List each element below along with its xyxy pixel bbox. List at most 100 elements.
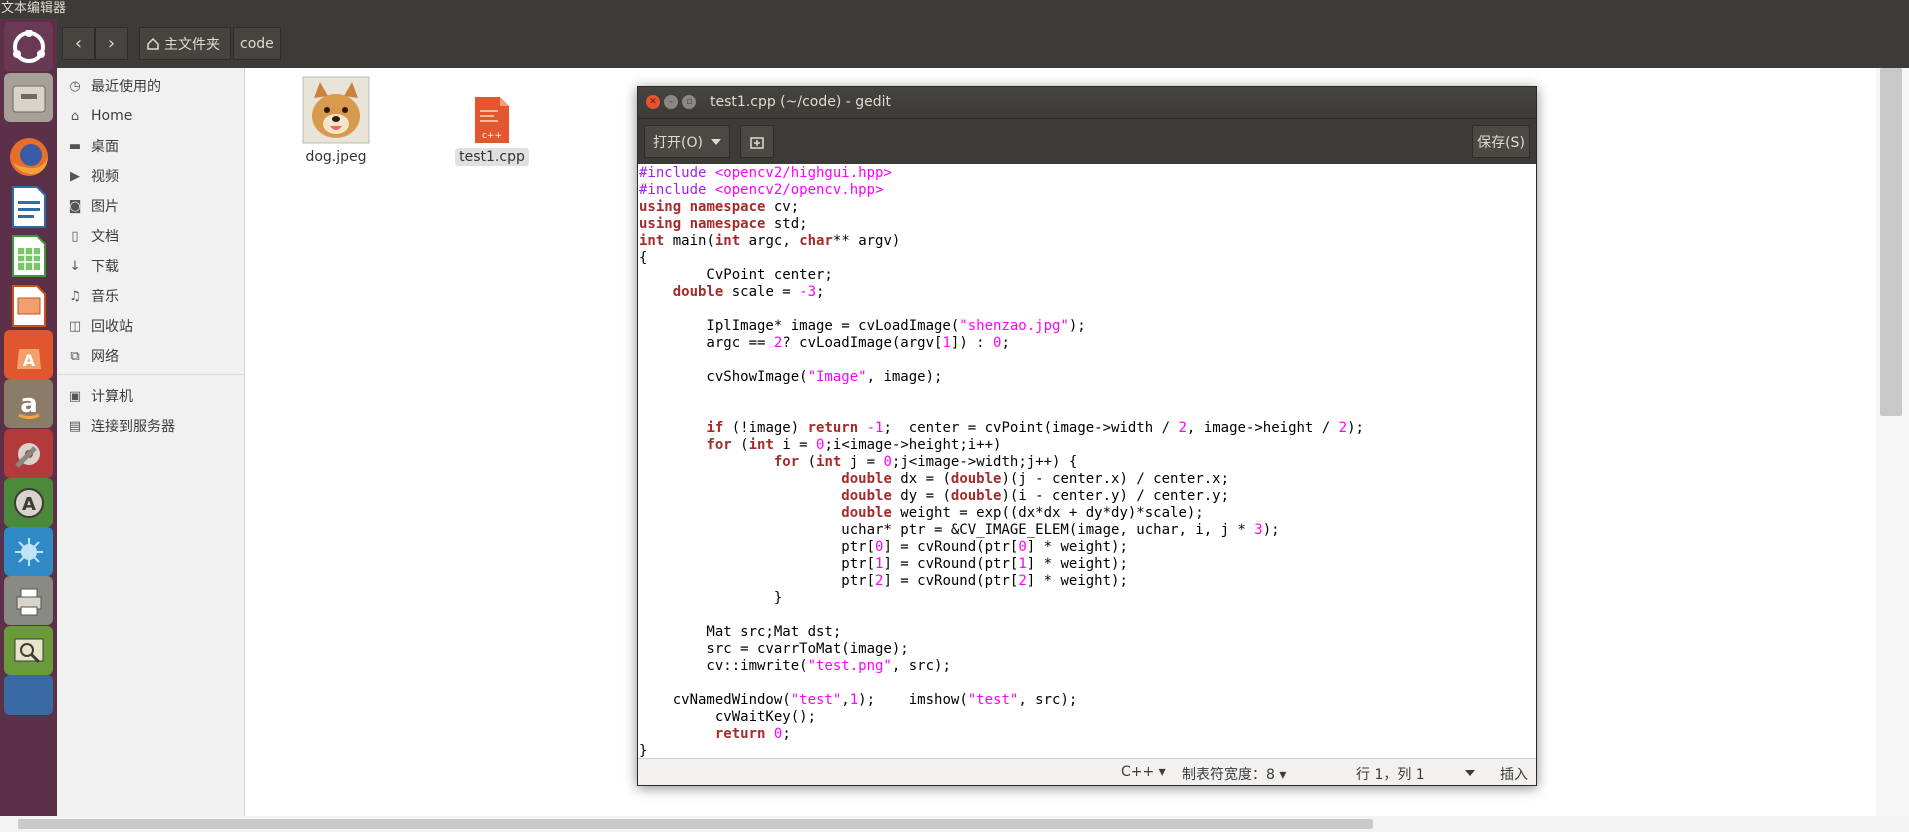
code-line[interactable]: double weight = exp((dx*dx + dy*dy)*scal… xyxy=(639,505,1536,522)
code-token: )(i - center.y) / center.y; xyxy=(1001,488,1230,504)
code-line[interactable] xyxy=(639,403,1536,420)
sidebar-item-label: 最近使用的 xyxy=(91,79,161,95)
sidebar-item-computer[interactable]: ▣ 计算机 xyxy=(67,384,133,408)
sidebar-item-home[interactable]: ⌂ Home xyxy=(67,104,132,128)
sidebar-item-downloads[interactable]: ↓ 下载 xyxy=(67,254,119,278)
files-icon[interactable] xyxy=(4,73,53,122)
tab-width-selector[interactable]: 制表符宽度：8 ▾ xyxy=(1182,764,1286,784)
new-tab-button[interactable] xyxy=(740,125,774,158)
code-line[interactable] xyxy=(639,675,1536,692)
sidebar-item-connect-server[interactable]: ▤ 连接到服务器 xyxy=(67,414,175,438)
code-line[interactable]: int main(int argc, char** argv) xyxy=(639,233,1536,250)
gedit-window: ✕ – ▫ test1.cpp (~/code) - gedit 打开(O) 保… xyxy=(637,86,1537,786)
sidebar-item-trash[interactable]: ◫ 回收站 xyxy=(67,314,133,338)
code-line[interactable]: uchar* ptr = &CV_IMAGE_ELEM(image, uchar… xyxy=(639,522,1536,539)
breadcrumb-home[interactable]: 主文件夹 xyxy=(139,27,231,60)
code-line[interactable]: double dx = (double)(j - center.x) / cen… xyxy=(639,471,1536,488)
code-line[interactable]: using namespace cv; xyxy=(639,199,1536,216)
amazon-icon[interactable]: a xyxy=(4,379,53,428)
sidebar-item-music[interactable]: ♫ 音乐 xyxy=(67,284,119,308)
code-line[interactable]: ptr[2] = cvRound(ptr[2] * weight); xyxy=(639,573,1536,590)
code-token: , src); xyxy=(1018,692,1078,708)
code-line[interactable]: src = cvarrToMat(image); xyxy=(639,641,1536,658)
libreoffice-calc-icon[interactable] xyxy=(4,231,53,280)
forward-button[interactable]: › xyxy=(95,27,128,60)
libreoffice-impress-icon[interactable] xyxy=(4,281,53,330)
insert-mode[interactable]: 插入 xyxy=(1500,764,1528,784)
code-line[interactable]: cvNamedWindow("test",1); imshow("test", … xyxy=(639,692,1536,709)
cursor-position[interactable]: 行 1，列 1 xyxy=(1356,764,1425,784)
code-line[interactable]: CvPoint center; xyxy=(639,267,1536,284)
code-line[interactable]: #include <opencv2/highgui.hpp> xyxy=(639,165,1536,182)
ubuntu-logo-icon[interactable] xyxy=(4,22,53,71)
save-button[interactable]: 保存(S) xyxy=(1472,125,1530,158)
file-item-test1-cpp[interactable]: c++ test1.cpp xyxy=(452,96,532,166)
sidebar-item-documents[interactable]: ▯ 文档 xyxy=(67,224,119,248)
close-icon[interactable]: ✕ xyxy=(646,95,660,109)
window-titlebar[interactable]: ✕ – ▫ test1.cpp (~/code) - gedit xyxy=(638,87,1536,118)
code-line[interactable]: } xyxy=(639,590,1536,607)
system-settings-icon[interactable] xyxy=(4,429,53,478)
code-line[interactable]: double dy = (double)(i - center.y) / cen… xyxy=(639,488,1536,505)
code-line[interactable]: double scale = -3; xyxy=(639,284,1536,301)
code-line[interactable]: return 0; xyxy=(639,726,1536,743)
scrollbar-thumb[interactable] xyxy=(1880,68,1902,416)
chevron-down-icon[interactable] xyxy=(1465,770,1475,776)
code-line[interactable]: cv::imwrite("test.png", src); xyxy=(639,658,1536,675)
code-token: i = xyxy=(773,437,817,453)
code-editor[interactable]: #include <opencv2/highgui.hpp> #include <… xyxy=(638,164,1536,758)
sidebar-item-videos[interactable]: ▶ 视频 xyxy=(67,164,119,188)
printer-icon[interactable] xyxy=(4,576,53,625)
code-line[interactable]: if (!image) return -1; center = cvPoint(… xyxy=(639,420,1536,437)
code-line[interactable]: for (int j = 0;j<image->width;j++) { xyxy=(639,454,1536,471)
vertical-scrollbar[interactable] xyxy=(1876,68,1909,816)
software-updater-icon[interactable]: A xyxy=(4,478,53,527)
trash-icon[interactable] xyxy=(4,675,53,715)
code-line[interactable]: #include <opencv2/opencv.hpp> xyxy=(639,182,1536,199)
top-panel: 文本编辑器 xyxy=(0,0,1909,19)
breadcrumb-code[interactable]: code xyxy=(233,27,281,60)
minimize-icon[interactable]: – xyxy=(664,95,678,109)
code-line[interactable] xyxy=(639,352,1536,369)
sidebar-item-desktop[interactable]: ▬ 桌面 xyxy=(67,134,119,158)
code-line[interactable] xyxy=(639,386,1536,403)
code-token: #include xyxy=(639,165,715,181)
code-line[interactable]: ptr[1] = cvRound(ptr[1] * weight); xyxy=(639,556,1536,573)
code-line[interactable]: using namespace std; xyxy=(639,216,1536,233)
scrollbar-thumb[interactable] xyxy=(18,819,1373,829)
code-line[interactable] xyxy=(639,301,1536,318)
code-token: for xyxy=(773,454,800,470)
horizontal-scrollbar[interactable] xyxy=(0,816,1909,832)
screenshot-icon[interactable] xyxy=(4,527,53,576)
code-line[interactable]: ptr[0] = cvRound(ptr[0] * weight); xyxy=(639,539,1536,556)
language-selector[interactable]: C++ ▾ xyxy=(1121,764,1166,780)
svg-text:a: a xyxy=(20,389,38,419)
maximize-icon[interactable]: ▫ xyxy=(682,95,696,109)
sidebar-item-recent[interactable]: ◷ 最近使用的 xyxy=(67,74,161,98)
sidebar-item-network[interactable]: ⧉ 网络 xyxy=(67,344,119,368)
code-line[interactable]: argc == 2? cvLoadImage(argv[1]) : 0; xyxy=(639,335,1536,352)
code-line[interactable]: for (int i = 0;i<image->height;i++) xyxy=(639,437,1536,454)
file-item-dog[interactable]: dog.jpeg xyxy=(296,76,376,166)
code-line[interactable]: { xyxy=(639,250,1536,267)
code-token: cvWaitKey(); xyxy=(639,709,817,725)
sidebar-item-pictures[interactable]: ◙ 图片 xyxy=(67,194,119,218)
code-line[interactable]: cvShowImage("Image", image); xyxy=(639,369,1536,386)
code-line[interactable] xyxy=(639,607,1536,624)
code-line[interactable]: IplImage* image = cvLoadImage("shenzao.j… xyxy=(639,318,1536,335)
open-button[interactable]: 打开(O) xyxy=(644,125,730,158)
firefox-icon[interactable] xyxy=(4,132,53,181)
code-line[interactable]: cvWaitKey(); xyxy=(639,709,1536,726)
back-button[interactable]: ‹ xyxy=(62,27,95,60)
libreoffice-writer-icon[interactable] xyxy=(4,182,53,231)
software-center-icon[interactable]: A xyxy=(4,330,53,379)
code-token: cv; xyxy=(765,199,800,215)
system-monitor-icon[interactable] xyxy=(4,626,53,675)
code-line[interactable]: } xyxy=(639,743,1536,758)
code-token: return xyxy=(807,420,859,436)
code-token: 0 xyxy=(1018,539,1027,555)
code-line[interactable]: Mat src;Mat dst; xyxy=(639,624,1536,641)
